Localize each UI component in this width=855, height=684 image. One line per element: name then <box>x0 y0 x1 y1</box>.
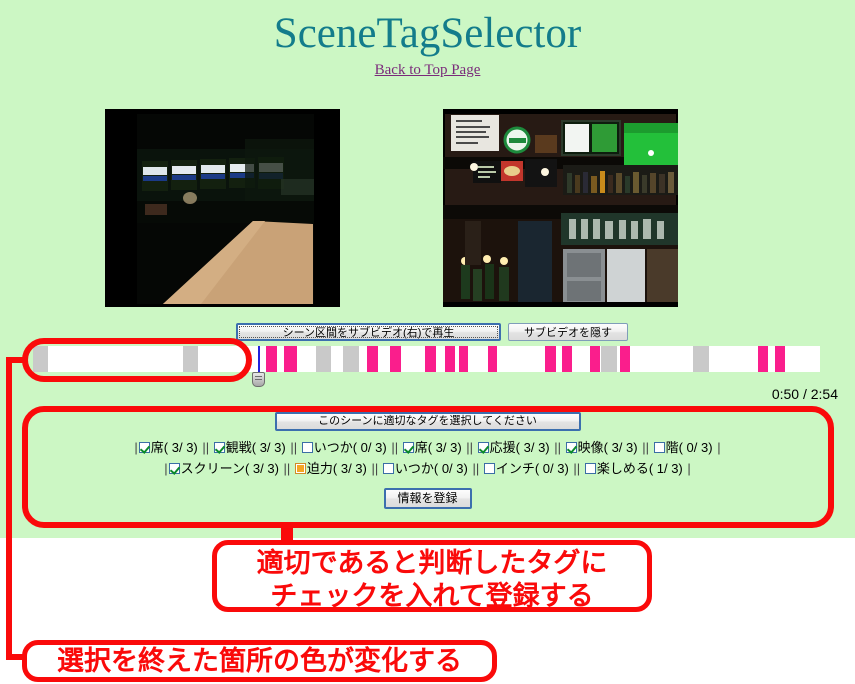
checkbox-icon[interactable] <box>382 463 394 474</box>
annotation-connector-bottom <box>6 654 30 660</box>
tag-checkbox-item[interactable]: 映像( 3/ 3) <box>565 437 638 458</box>
tag-label: 席( 3/ 3) <box>150 440 198 455</box>
timeline-mark-done[interactable] <box>316 346 332 372</box>
main-video-player[interactable] <box>105 109 340 307</box>
page-title: SceneTagSelector <box>273 10 582 57</box>
time-display: 0:50 / 2:54 <box>771 386 838 402</box>
register-info-label: 情報を登録 <box>397 491 458 505</box>
timeline-mark-todo[interactable] <box>487 346 498 372</box>
tag-label: 観戦( 3/ 3) <box>225 440 286 455</box>
checkbox-icon[interactable] <box>168 463 180 474</box>
checkbox-icon[interactable] <box>301 442 313 453</box>
checkbox-icon[interactable] <box>584 463 596 474</box>
tag-separator: | <box>713 440 721 455</box>
annotation-callout-check-tags: 適切であると判断したタグに チェックを入れて登録する <box>212 540 652 612</box>
callout-top-line-2: チェックを入れて登録する <box>270 581 594 612</box>
sub-video-frame <box>443 109 678 307</box>
hide-sub-video-label: サブビデオを隠す <box>524 327 612 339</box>
timeline-mark-todo[interactable] <box>590 346 601 372</box>
tag-checkbox-item[interactable]: いつか( 0/ 3) <box>301 437 387 458</box>
tag-separator: || <box>279 461 291 476</box>
tag-checkbox-item[interactable]: 階( 0/ 3) <box>653 437 713 458</box>
tag-label: 階( 0/ 3) <box>665 440 713 455</box>
checkbox-icon[interactable] <box>483 463 495 474</box>
timeline-row <box>0 346 855 387</box>
hide-sub-video-button[interactable]: サブビデオを隠す <box>508 323 628 341</box>
tag-separator: || <box>638 440 649 455</box>
timeline-mark-todo[interactable] <box>389 346 401 372</box>
select-tags-prompt-label: このシーンに適切なタグを選択してください <box>318 415 537 427</box>
tag-checkbox-item[interactable]: いつか( 0/ 3) <box>382 458 468 479</box>
play-scene-in-sub-video-button[interactable]: シーン区間をサブビデオ(右)で再生 <box>236 323 501 341</box>
tag-row-1: | 席( 3/ 3) || 観戦( 3/ 3) || いつか( 0/ 3) || … <box>0 437 855 458</box>
scene-timeline-track[interactable] <box>33 346 820 372</box>
timeline-mark-done[interactable] <box>693 346 710 372</box>
timeline-mark-todo[interactable] <box>284 346 297 372</box>
tag-checkbox-item[interactable]: 席( 3/ 3) <box>402 437 462 458</box>
checkbox-icon[interactable] <box>213 442 225 453</box>
sub-video-player[interactable] <box>443 109 678 307</box>
checkbox-icon[interactable] <box>294 463 306 474</box>
play-scene-in-sub-video-label: シーン区間をサブビデオ(右)で再生 <box>282 327 455 339</box>
tag-checkbox-item[interactable]: 迫力( 3/ 3) <box>294 458 367 479</box>
timeline-mark-todo[interactable] <box>620 346 631 372</box>
tag-label: インチ( 0/ 3) <box>495 461 569 476</box>
tag-checkbox-item[interactable]: 楽しめる( 1/ 3) <box>584 458 683 479</box>
tag-separator: || <box>569 461 581 476</box>
tag-label: 席( 3/ 3) <box>414 440 462 455</box>
tag-checkbox-item[interactable]: インチ( 0/ 3) <box>483 458 569 479</box>
tag-label: 応援( 3/ 3) <box>489 440 550 455</box>
timeline-mark-todo[interactable] <box>424 346 436 372</box>
callout-top-line-1: 適切であると判断したタグに <box>256 548 608 579</box>
timeline-mark-todo[interactable] <box>458 346 469 372</box>
select-tags-prompt-button[interactable]: このシーンに適切なタグを選択してください <box>274 412 581 431</box>
tag-label: いつか( 0/ 3) <box>394 461 468 476</box>
tag-separator: || <box>468 461 480 476</box>
back-link-container: Back to Top Page <box>0 61 855 79</box>
tag-label: 迫力( 3/ 3) <box>306 461 367 476</box>
tag-label: 楽しめる( 1/ 3) <box>596 461 683 476</box>
tag-label: いつか( 0/ 3) <box>313 440 387 455</box>
tag-row-2: | スクリーン( 3/ 3) || 迫力( 3/ 3) || いつか( 0/ 3)… <box>0 458 855 479</box>
checkbox-icon[interactable] <box>402 442 414 453</box>
tag-separator: || <box>462 440 474 455</box>
tag-checkbox-item[interactable]: スクリーン( 3/ 3) <box>168 458 279 479</box>
tag-checkbox-item[interactable]: 席( 3/ 3) <box>138 437 198 458</box>
tag-label: 映像( 3/ 3) <box>577 440 638 455</box>
tag-selection-panel: このシーンに適切なタグを選択してください | 席( 3/ 3) || 観戦( 3/… <box>0 412 855 509</box>
annotation-callout-color-change: 選択を終えた箇所の色が変化する <box>22 640 497 682</box>
tag-checkbox-item[interactable]: 応援( 3/ 3) <box>477 437 550 458</box>
tag-separator: || <box>198 440 210 455</box>
main-video-frame <box>105 109 340 307</box>
video-area <box>0 109 855 309</box>
checkbox-icon[interactable] <box>653 442 665 453</box>
timeline-slider-handle[interactable] <box>252 372 266 387</box>
register-info-button[interactable]: 情報を登録 <box>383 488 472 509</box>
timeline-playhead <box>258 346 261 372</box>
tag-separator: || <box>387 440 399 455</box>
timeline-mark-done[interactable] <box>601 346 617 372</box>
video-button-bar: シーン区間をサブビデオ(右)で再生 サブビデオを隠す <box>0 323 855 343</box>
tag-separator: || <box>286 440 298 455</box>
checkbox-icon[interactable] <box>565 442 577 453</box>
tag-label: スクリーン( 3/ 3) <box>180 461 279 476</box>
tag-separator: || <box>367 461 379 476</box>
timeline-mark-todo[interactable] <box>265 346 277 372</box>
timeline-mark-todo[interactable] <box>757 346 769 372</box>
timeline-mark-todo[interactable] <box>366 346 378 372</box>
timeline-mark-todo[interactable] <box>545 346 556 372</box>
back-to-top-page-link[interactable]: Back to Top Page <box>375 62 481 78</box>
checkbox-icon[interactable] <box>138 442 150 453</box>
timeline-mark-todo[interactable] <box>775 346 786 372</box>
timeline-mark-todo[interactable] <box>445 346 455 372</box>
tag-separator: || <box>550 440 562 455</box>
checkbox-icon[interactable] <box>477 442 489 453</box>
timeline-mark-done[interactable] <box>33 346 48 372</box>
timeline-mark-done[interactable] <box>343 346 359 372</box>
app-page: SceneTagSelector Back to Top Page シーン区間を… <box>0 0 855 538</box>
tag-separator: | <box>683 461 691 476</box>
timeline-mark-todo[interactable] <box>561 346 573 372</box>
tag-checkbox-item[interactable]: 観戦( 3/ 3) <box>213 437 286 458</box>
timeline-mark-done[interactable] <box>183 346 199 372</box>
